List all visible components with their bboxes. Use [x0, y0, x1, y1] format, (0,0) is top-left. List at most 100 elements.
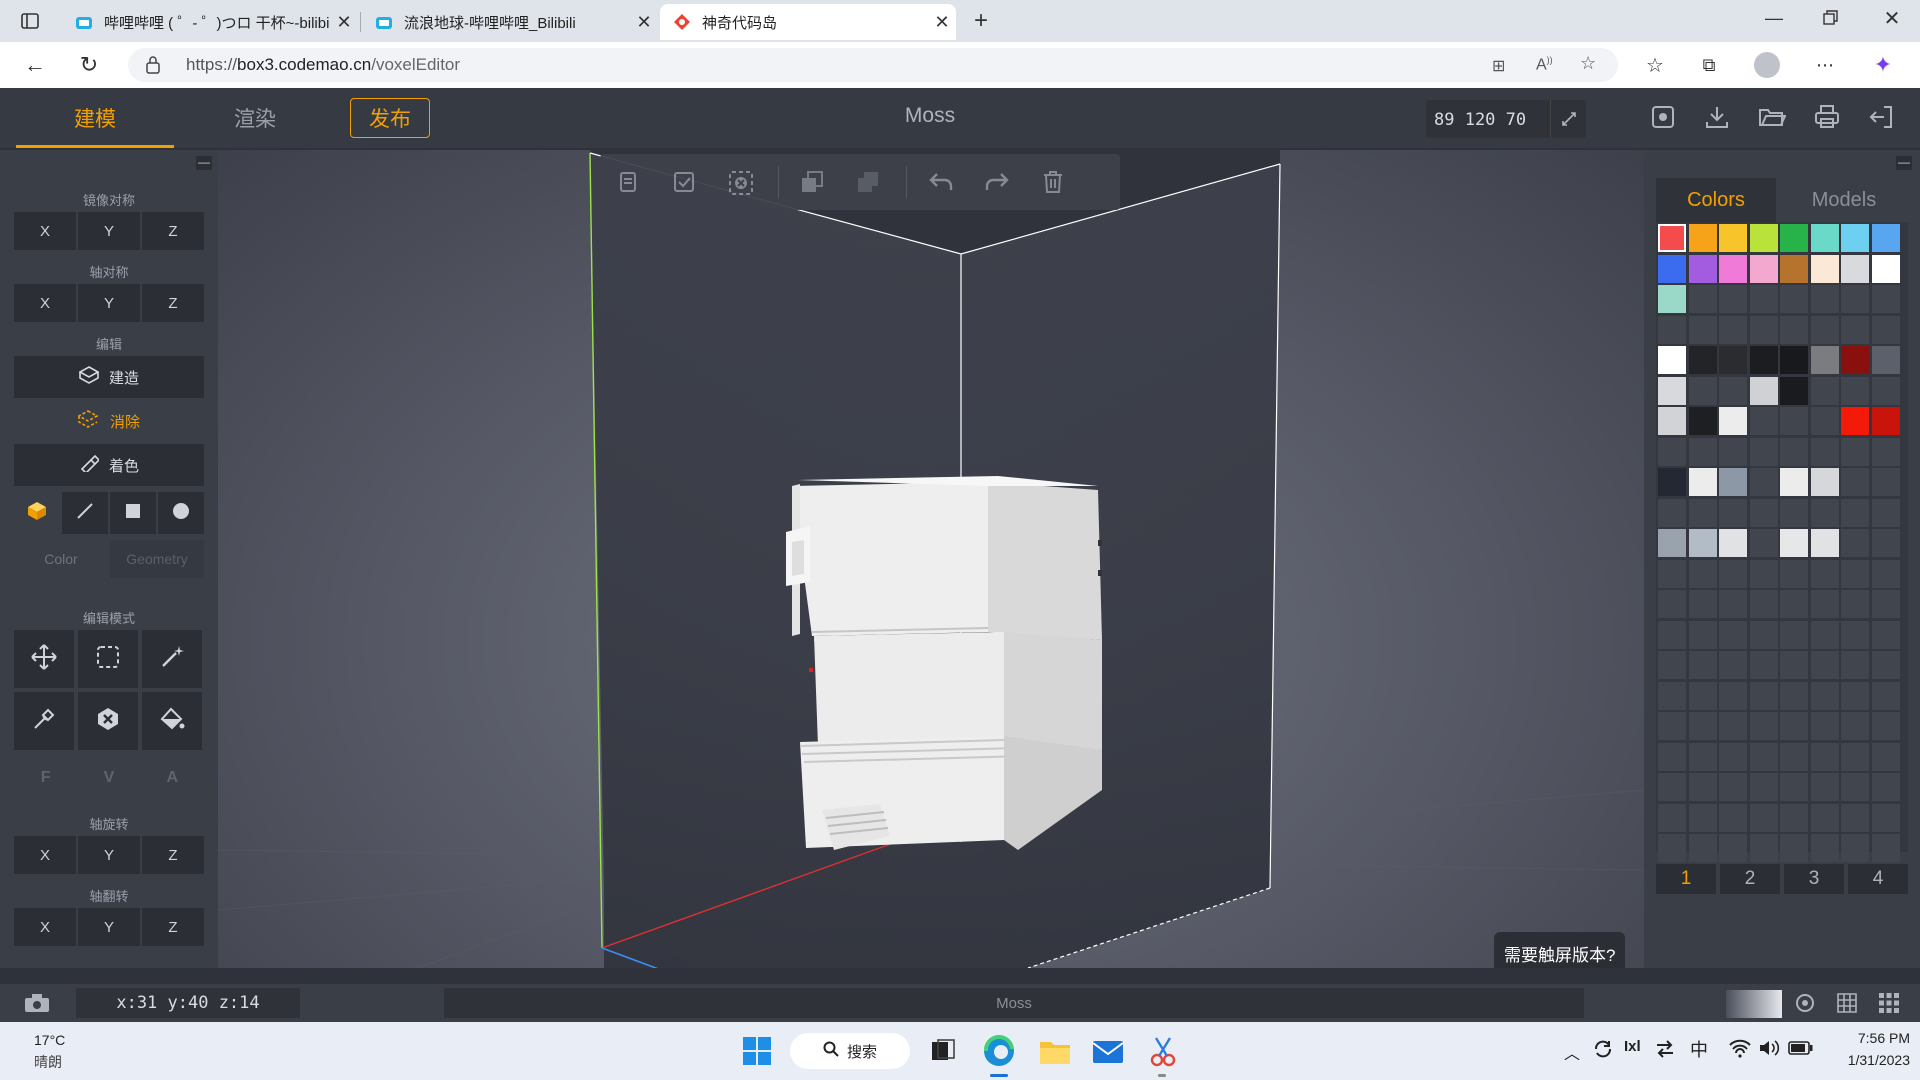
color-swatch[interactable] [1658, 376, 1686, 405]
redo-icon[interactable] [984, 170, 1010, 199]
color-swatch[interactable] [1658, 224, 1686, 252]
empty-swatch[interactable] [1658, 559, 1686, 588]
empty-swatch[interactable] [1841, 681, 1869, 710]
snipping-tool-icon[interactable] [1148, 1034, 1178, 1073]
empty-swatch[interactable] [1719, 590, 1747, 618]
close-window-icon[interactable]: ✕ [1880, 6, 1904, 30]
empty-swatch[interactable] [1688, 742, 1717, 771]
delete-selection-icon[interactable] [728, 170, 754, 201]
empty-swatch[interactable] [1780, 285, 1808, 313]
magic-wand-button[interactable] [142, 630, 202, 688]
file-explorer-icon[interactable] [1038, 1036, 1072, 1071]
color-swatch[interactable] [1841, 224, 1869, 252]
download-icon[interactable] [1704, 104, 1730, 135]
close-tab-icon[interactable]: ✕ [928, 12, 956, 33]
clock-date[interactable]: 1/31/2023 [1820, 1052, 1910, 1068]
empty-swatch[interactable] [1719, 803, 1747, 832]
color-swatch[interactable] [1871, 254, 1900, 283]
empty-swatch[interactable] [1780, 437, 1808, 466]
empty-swatch[interactable] [1780, 498, 1808, 527]
empty-swatch[interactable] [1780, 620, 1808, 649]
browser-tab-wandering-earth[interactable]: 流浪地球-哔哩哔哩_Bilibili ✕ [362, 4, 658, 40]
mail-icon[interactable] [1092, 1038, 1124, 1069]
empty-swatch[interactable] [1719, 742, 1747, 771]
color-swatch[interactable] [1749, 254, 1778, 283]
empty-swatch[interactable] [1780, 407, 1808, 435]
color-swatch[interactable] [1658, 468, 1686, 496]
move-tool-button[interactable] [14, 630, 74, 688]
rotate-y-button[interactable]: Y [78, 836, 140, 874]
camera-icon[interactable] [24, 993, 50, 1018]
color-swatch[interactable] [1749, 224, 1778, 252]
empty-swatch[interactable] [1841, 559, 1869, 588]
empty-swatch[interactable] [1749, 620, 1778, 649]
empty-swatch[interactable] [1871, 620, 1900, 649]
empty-swatch[interactable] [1658, 590, 1686, 618]
paste-icon[interactable] [672, 170, 696, 199]
color-swatch[interactable] [1780, 376, 1808, 405]
grid-small-icon[interactable] [1836, 992, 1858, 1019]
empty-swatch[interactable] [1719, 376, 1747, 405]
grid-large-icon[interactable] [1878, 992, 1900, 1019]
copy-icon[interactable] [616, 170, 640, 199]
ime-indicator[interactable]: 中 [1690, 1036, 1708, 1062]
windows-start-icon[interactable] [742, 1036, 772, 1071]
empty-swatch[interactable] [1780, 803, 1808, 832]
empty-swatch[interactable] [1810, 498, 1839, 527]
empty-swatch[interactable] [1688, 681, 1717, 710]
color-swatch[interactable] [1810, 529, 1839, 557]
empty-swatch[interactable] [1871, 742, 1900, 771]
empty-swatch[interactable] [1871, 559, 1900, 588]
add-favorite-icon[interactable]: ☆ [1580, 53, 1596, 74]
empty-swatch[interactable] [1810, 803, 1839, 832]
color-swatch[interactable] [1658, 285, 1686, 313]
palette-page-3[interactable]: 3 [1784, 864, 1844, 894]
eyedropper-button[interactable] [14, 692, 74, 750]
empty-swatch[interactable] [1719, 712, 1747, 740]
empty-swatch[interactable] [1871, 468, 1900, 496]
save-icon[interactable] [1650, 104, 1676, 135]
color-swatch[interactable] [1780, 468, 1808, 496]
dimensions-input[interactable]: 89 120 70 [1426, 100, 1586, 138]
edge-browser-icon[interactable] [982, 1034, 1016, 1073]
refresh-icon[interactable]: ↻ [74, 50, 104, 80]
empty-swatch[interactable] [1841, 773, 1869, 801]
model-name-field[interactable]: Moss [444, 988, 1584, 1018]
palette-page-2[interactable]: 2 [1720, 864, 1780, 894]
empty-swatch[interactable] [1871, 773, 1900, 801]
empty-swatch[interactable] [1719, 834, 1747, 862]
color-swatch[interactable] [1688, 346, 1717, 374]
palette-page-4[interactable]: 4 [1848, 864, 1908, 894]
empty-swatch[interactable] [1871, 803, 1900, 832]
empty-swatch[interactable] [1780, 590, 1808, 618]
copilot-icon[interactable]: ✦ [1868, 50, 1898, 80]
fill-bucket-button[interactable] [142, 692, 202, 750]
empty-swatch[interactable] [1749, 742, 1778, 771]
color-swatch[interactable] [1658, 529, 1686, 557]
browser-tab-bilibili[interactable]: 哔哩哔哩 ( ゜- ゜)つロ 干杯~-bilibili ✕ [62, 4, 358, 40]
empty-swatch[interactable] [1658, 681, 1686, 710]
empty-swatch[interactable] [1719, 651, 1747, 679]
brush-line-button[interactable] [62, 492, 108, 534]
color-swatch[interactable] [1688, 407, 1717, 435]
merge-icon[interactable] [856, 170, 880, 199]
empty-swatch[interactable] [1871, 681, 1900, 710]
axis-sym-x-button[interactable]: X [14, 284, 76, 322]
empty-swatch[interactable] [1810, 376, 1839, 405]
empty-swatch[interactable] [1658, 651, 1686, 679]
empty-swatch[interactable] [1841, 285, 1869, 313]
battery-icon[interactable] [1788, 1040, 1814, 1061]
brush-sphere-button[interactable] [158, 492, 204, 534]
empty-swatch[interactable] [1719, 559, 1747, 588]
close-tab-icon[interactable]: ✕ [330, 12, 358, 33]
undo-icon[interactable] [928, 170, 954, 199]
color-swatch[interactable] [1810, 224, 1839, 252]
empty-swatch[interactable] [1841, 590, 1869, 618]
mirror-y-button[interactable]: Y [78, 212, 140, 250]
empty-swatch[interactable] [1871, 285, 1900, 313]
palette-page-1[interactable]: 1 [1656, 864, 1716, 894]
publish-button[interactable]: 发布 [350, 98, 430, 138]
all-mode-button[interactable]: A [141, 760, 204, 796]
empty-swatch[interactable] [1871, 712, 1900, 740]
color-swatch[interactable] [1780, 346, 1808, 374]
